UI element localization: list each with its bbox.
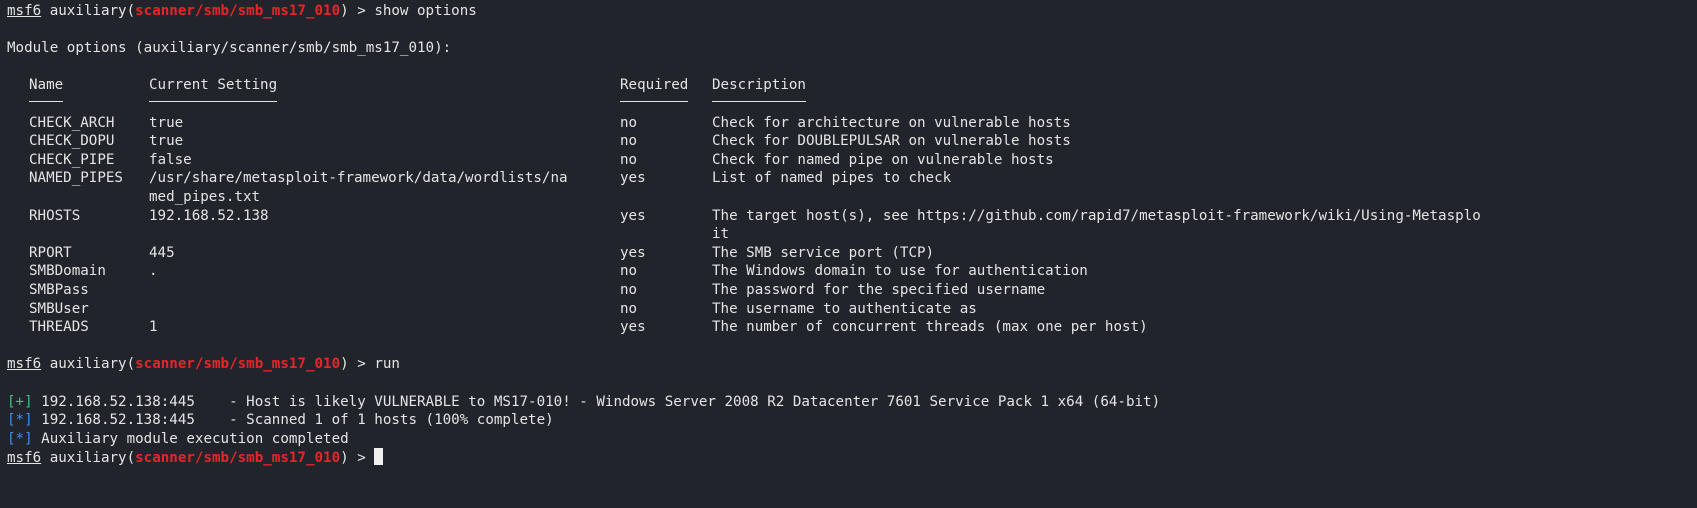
column-3: List of named pipes to check: [712, 170, 952, 187]
column-0: SMBPass: [29, 282, 89, 298]
column-0: RHOSTS: [29, 207, 81, 224]
status-tag: [*]: [7, 412, 33, 429]
column-3: Check for DOUBLEPULSAR on vulnerable hos…: [712, 133, 1071, 150]
command-text: run: [374, 356, 400, 373]
column-2: yes: [620, 244, 646, 261]
column-1: /usr/share/metasploit-framework/data/wor…: [149, 170, 568, 187]
output-text: 192.168.52.138:445 - Host is likely VULN…: [32, 393, 1161, 410]
column-2: no: [620, 133, 638, 150]
output-text: Auxiliary module execution completed: [32, 430, 349, 447]
prompt-prefix: auxiliary(: [41, 450, 136, 467]
column-3: The password for the specified username: [712, 282, 1046, 298]
column-1: 192.168.52.138: [149, 207, 269, 224]
column-2: yes: [620, 207, 646, 224]
prompt-app: msf6: [7, 356, 42, 373]
prompt-line: msf6 auxiliary(scanner/smb/smb_ms17_010)…: [7, 448, 384, 467]
column-0: CHECK_PIPE: [29, 151, 115, 168]
column-3: The target host(s), see https://github.c…: [712, 207, 1481, 224]
terminal[interactable]: msf6 auxiliary(scanner/smb/smb_ms17_010)…: [0, 0, 1697, 508]
status-tag: [+]: [7, 393, 33, 410]
column-1: true: [149, 114, 184, 131]
column-2: Required: [620, 76, 689, 102]
column-1: Current Setting: [149, 76, 278, 102]
column-0: Name: [29, 76, 64, 102]
prompt-suffix: ) >: [340, 450, 375, 467]
output-text: 192.168.52.138:445 - Scanned 1 of 1 host…: [32, 412, 554, 429]
column-2: no: [620, 263, 638, 280]
prompt-module: scanner/smb/smb_ms17_010: [135, 3, 341, 19]
prompt-line: msf6 auxiliary(scanner/smb/smb_ms17_010)…: [7, 355, 400, 374]
column-2: no: [620, 300, 638, 317]
column-3: Description: [712, 76, 806, 102]
output-line: [*] 192.168.52.138:445 - Scanned 1 of 1 …: [7, 411, 554, 430]
column-2: no: [620, 282, 638, 298]
module-options-title: Module options (auxiliary/scanner/smb/sm…: [7, 39, 451, 58]
column-2: no: [620, 114, 638, 131]
column-0: SMBDomain: [29, 263, 106, 280]
column-0: SMBUser: [29, 300, 89, 317]
prompt-suffix: ) >: [340, 3, 375, 19]
prompt-module: scanner/smb/smb_ms17_010: [135, 356, 341, 373]
prompt-suffix: ) >: [340, 356, 375, 373]
status-tag: [*]: [7, 430, 33, 447]
prompt-app: msf6: [7, 450, 42, 467]
column-0: NAMED_PIPES: [29, 170, 123, 187]
column-2: no: [620, 151, 638, 168]
column-3: it: [712, 226, 730, 243]
column-0: CHECK_DOPU: [29, 133, 115, 150]
prompt-module: scanner/smb/smb_ms17_010: [135, 450, 341, 467]
column-0: CHECK_ARCH: [29, 114, 115, 131]
column-1: false: [149, 151, 192, 168]
column-0: THREADS: [29, 319, 89, 336]
column-3: The number of concurrent threads (max on…: [712, 319, 1148, 336]
column-3: The Windows domain to use for authentica…: [712, 263, 1088, 280]
column-1: .: [149, 263, 158, 280]
column-3: Check for architecture on vulnerable hos…: [712, 114, 1071, 131]
prompt-app: msf6: [7, 3, 42, 19]
command-text: show options: [374, 3, 477, 19]
column-3: The SMB service port (TCP): [712, 244, 935, 261]
output-line: [+] 192.168.52.138:445 - Host is likely …: [7, 393, 1160, 412]
column-3: Check for named pipe on vulnerable hosts: [712, 151, 1054, 168]
cursor[interactable]: [374, 448, 384, 466]
column-0: RPORT: [29, 244, 72, 261]
prompt-prefix: auxiliary(: [41, 356, 136, 373]
column-1: true: [149, 133, 184, 150]
output-line: [*] Auxiliary module execution completed: [7, 430, 349, 449]
column-1: 445: [149, 244, 175, 261]
column-1: 1: [149, 319, 158, 336]
prompt-line: msf6 auxiliary(scanner/smb/smb_ms17_010)…: [7, 2, 477, 21]
column-2: yes: [620, 319, 646, 336]
prompt-prefix: auxiliary(: [41, 3, 136, 19]
column-3: The username to authenticate as: [712, 300, 977, 317]
column-2: yes: [620, 170, 646, 187]
module-options-title: Module options (auxiliary/scanner/smb/sm…: [7, 40, 452, 57]
column-1: med_pipes.txt: [149, 189, 261, 205]
